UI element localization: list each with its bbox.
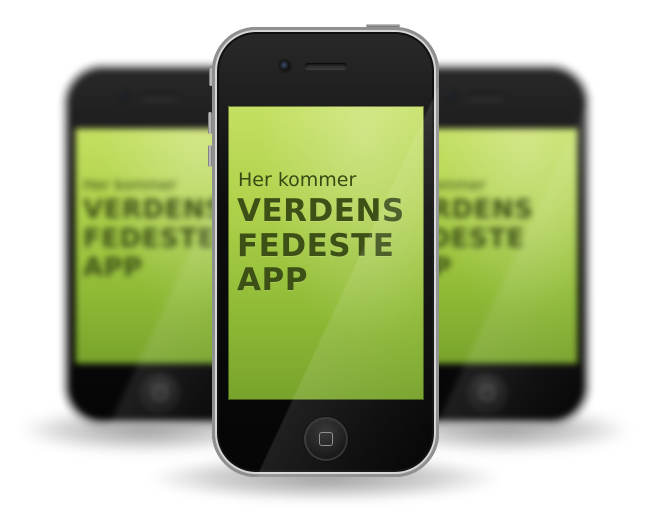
phone-screen: Her kommer VERDENS FEDESTE APP (228, 106, 424, 400)
phone-mockup-stage: Her kommer VERDENS FEDESTE APP Her komme… (0, 0, 650, 512)
home-button-icon (141, 374, 179, 412)
front-camera-icon (119, 92, 127, 100)
screen-headline: VERDENS FEDESTE APP (237, 194, 405, 298)
headline-line: APP (237, 262, 308, 299)
screen-kicker: Her kommer (238, 169, 357, 191)
phone-front: Her kommer VERDENS FEDESTE APP (212, 27, 439, 477)
screen-headline: VERDENS FEDESTE APP (83, 195, 225, 284)
headline-line: VERDENS (237, 193, 405, 229)
earpiece-speaker-icon (141, 94, 177, 100)
headline-line: APP (83, 253, 143, 284)
home-button-icon (304, 417, 348, 461)
front-camera-icon (446, 92, 454, 100)
headline-line: FEDESTE (237, 227, 395, 264)
earpiece-speaker-icon (305, 63, 347, 69)
headline-line: VERDENS (83, 195, 225, 225)
headline-line: FEDESTE (83, 224, 216, 255)
home-button-icon (468, 374, 506, 412)
earpiece-speaker-icon (468, 94, 504, 100)
front-camera-icon (280, 61, 290, 71)
screen-kicker: Her kommer (83, 176, 177, 194)
